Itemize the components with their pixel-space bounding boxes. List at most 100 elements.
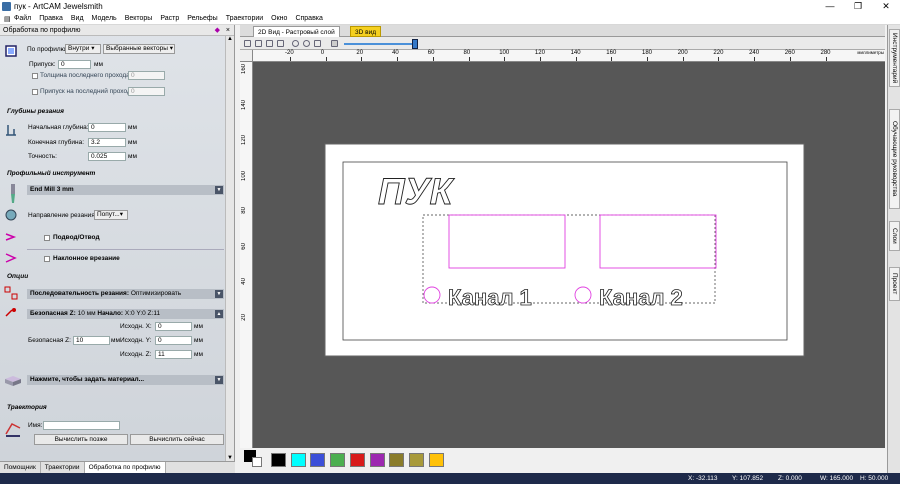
menu-help[interactable]: Справка	[291, 15, 326, 22]
tab-profile-machining[interactable]: Обработка по профилю	[84, 462, 166, 473]
material-icon	[5, 376, 21, 386]
close-button[interactable]: ✕	[872, 0, 900, 13]
safe-z-collapse-icon[interactable]: ▲	[215, 310, 223, 318]
doc-menu-icon[interactable]: ▤	[0, 15, 11, 23]
end-depth-label: Конечная глубина:	[28, 139, 85, 146]
calculate-later-button[interactable]: Вычислить позже	[34, 434, 128, 445]
panel-title: Обработка по профилю	[3, 27, 81, 34]
ruler-h-label: 80	[463, 50, 471, 56]
zoom-out-icon[interactable]	[266, 40, 273, 47]
tab-tutorials[interactable]: Обучающие руководства	[889, 109, 900, 209]
menu-toolpaths[interactable]: Траектории	[222, 15, 267, 22]
channel-1-text[interactable]: Канал 1	[448, 285, 533, 311]
divider	[27, 249, 224, 250]
menu-bitmap[interactable]: Растр	[156, 15, 183, 22]
toolpath-name-input[interactable]	[43, 421, 120, 430]
bg-color-swatch[interactable]	[252, 457, 262, 467]
scroll-up-icon[interactable]: ▲	[226, 36, 234, 42]
tab-layers[interactable]: Слои	[889, 221, 900, 251]
zoom-in-icon[interactable]	[255, 40, 262, 47]
tab-toolpaths[interactable]: Траектории	[41, 462, 85, 473]
last-pass-thickness-input[interactable]: 0	[128, 71, 165, 80]
contrast-slider[interactable]	[344, 43, 416, 45]
cut-direction-value: Попут...	[97, 211, 120, 218]
ruler-h-label: 100	[499, 50, 510, 56]
safe-z-summary: 10 мм	[77, 310, 96, 317]
tolerance-input[interactable]: 0.025	[88, 152, 126, 161]
color-swatch[interactable]	[330, 453, 346, 467]
menu-reliefs[interactable]: Рельефы	[183, 15, 221, 22]
lead-in-icon	[5, 233, 17, 241]
tool-expand-icon[interactable]: ▼	[215, 186, 223, 194]
last-pass-thickness-checkbox[interactable]	[32, 73, 38, 79]
tab-assistant[interactable]: Помощник	[0, 462, 41, 473]
profile-machining-panel: Обработка по профилю ◆ × По профилю Внут…	[0, 25, 235, 461]
zoom-previous-icon[interactable]	[277, 40, 284, 47]
pan-icon[interactable]	[314, 40, 321, 47]
tab-3d-view[interactable]: 3D вид	[350, 26, 381, 37]
restore-button[interactable]: ❐	[844, 0, 872, 13]
last-pass-allowance-input[interactable]: 0	[128, 87, 165, 96]
drawing-svg[interactable]: ПУК Канал 1 Канал 2	[253, 62, 885, 459]
ramp-checkbox[interactable]	[44, 256, 50, 262]
zoom-window-icon[interactable]	[303, 40, 310, 47]
material-bar[interactable]: Нажмите, чтобы задать материал... ▼	[27, 375, 224, 385]
ramp-icon	[5, 253, 17, 263]
tolerance-unit: мм	[128, 153, 137, 160]
ruler-h-tick	[539, 57, 541, 61]
sequence-expand-icon[interactable]: ▼	[215, 290, 223, 298]
lead-checkbox[interactable]	[44, 235, 50, 241]
menu-window[interactable]: Окно	[267, 15, 291, 22]
menu-model[interactable]: Модель	[88, 15, 121, 22]
tab-toolbox[interactable]: Инструментарий	[889, 29, 900, 87]
menu-view[interactable]: Вид	[67, 15, 88, 22]
depth-section-title: Глубины резания	[7, 108, 64, 115]
sequence-bar[interactable]: Последовательность резания: Оптимизирова…	[27, 289, 224, 299]
profile-icon	[5, 45, 17, 57]
menu-file[interactable]: Файл	[10, 15, 35, 22]
start-depth-input[interactable]: 0	[88, 123, 126, 132]
pin-icon[interactable]: ◆	[215, 25, 220, 36]
color-swatch[interactable]	[310, 453, 326, 467]
panel-scrollbar[interactable]: ▲ ▼	[225, 36, 234, 461]
color-swatch[interactable]	[408, 453, 424, 467]
allowance-input[interactable]: 0	[58, 60, 91, 69]
title-text-vector[interactable]: ПУК	[378, 171, 456, 213]
safe-z-input[interactable]: 10	[73, 336, 110, 345]
zoom-all-icon[interactable]	[292, 40, 299, 47]
ruler-h-label: 160	[606, 50, 617, 56]
material-expand-icon[interactable]: ▼	[215, 376, 223, 384]
color-swatch[interactable]	[428, 453, 444, 467]
select-tool-icon[interactable]	[244, 40, 251, 47]
drawing-canvas[interactable]: ПУК Канал 1 Канал 2	[253, 62, 885, 459]
channel-2-text[interactable]: Канал 2	[599, 285, 684, 311]
home-y-input[interactable]: 0	[155, 336, 192, 345]
color-swatch[interactable]	[349, 453, 365, 467]
tab-project[interactable]: Проект	[889, 267, 900, 301]
home-x-input[interactable]: 0	[155, 322, 192, 331]
menu-edit[interactable]: Правка	[35, 15, 67, 22]
color-swatch[interactable]	[389, 453, 405, 467]
tool-bar[interactable]: End Mill 3 mm ▼	[27, 185, 224, 195]
ruler-h-tick	[468, 57, 470, 61]
profile-vectors-select[interactable]: Выбранные векторы ▾	[103, 44, 175, 54]
color-swatch[interactable]	[369, 453, 385, 467]
sequence-label: Последовательность резания:	[30, 290, 130, 297]
home-z-input[interactable]: 11	[155, 350, 192, 359]
minimize-button[interactable]: —	[816, 0, 844, 13]
calculate-now-button[interactable]: Вычислить сейчас	[130, 434, 224, 445]
panel-header: Обработка по профилю ◆ ×	[0, 25, 234, 36]
panel-bottom-tabs: Помощник Траектории Обработка по профилю	[0, 461, 235, 473]
end-depth-input[interactable]: 3.2	[88, 138, 126, 147]
color-swatch[interactable]	[290, 453, 306, 467]
contrast-slider-thumb[interactable]	[412, 39, 418, 49]
last-pass-allowance-checkbox[interactable]	[32, 89, 38, 95]
menu-vectors[interactable]: Векторы	[121, 15, 157, 22]
color-swatch[interactable]	[271, 453, 286, 467]
cut-direction-select[interactable]: Попут...▾	[94, 210, 128, 220]
tab-2d-view[interactable]: 2D Вид - Растровый слой	[253, 26, 340, 37]
safe-z-bar[interactable]: Безопасная Z: 10 мм Начало: X:0 Y:0 Z:11…	[27, 309, 224, 319]
layers-icon[interactable]	[331, 40, 338, 47]
profile-side-select[interactable]: Внутри ▾	[65, 44, 101, 54]
panel-close-icon[interactable]: ×	[226, 25, 230, 36]
